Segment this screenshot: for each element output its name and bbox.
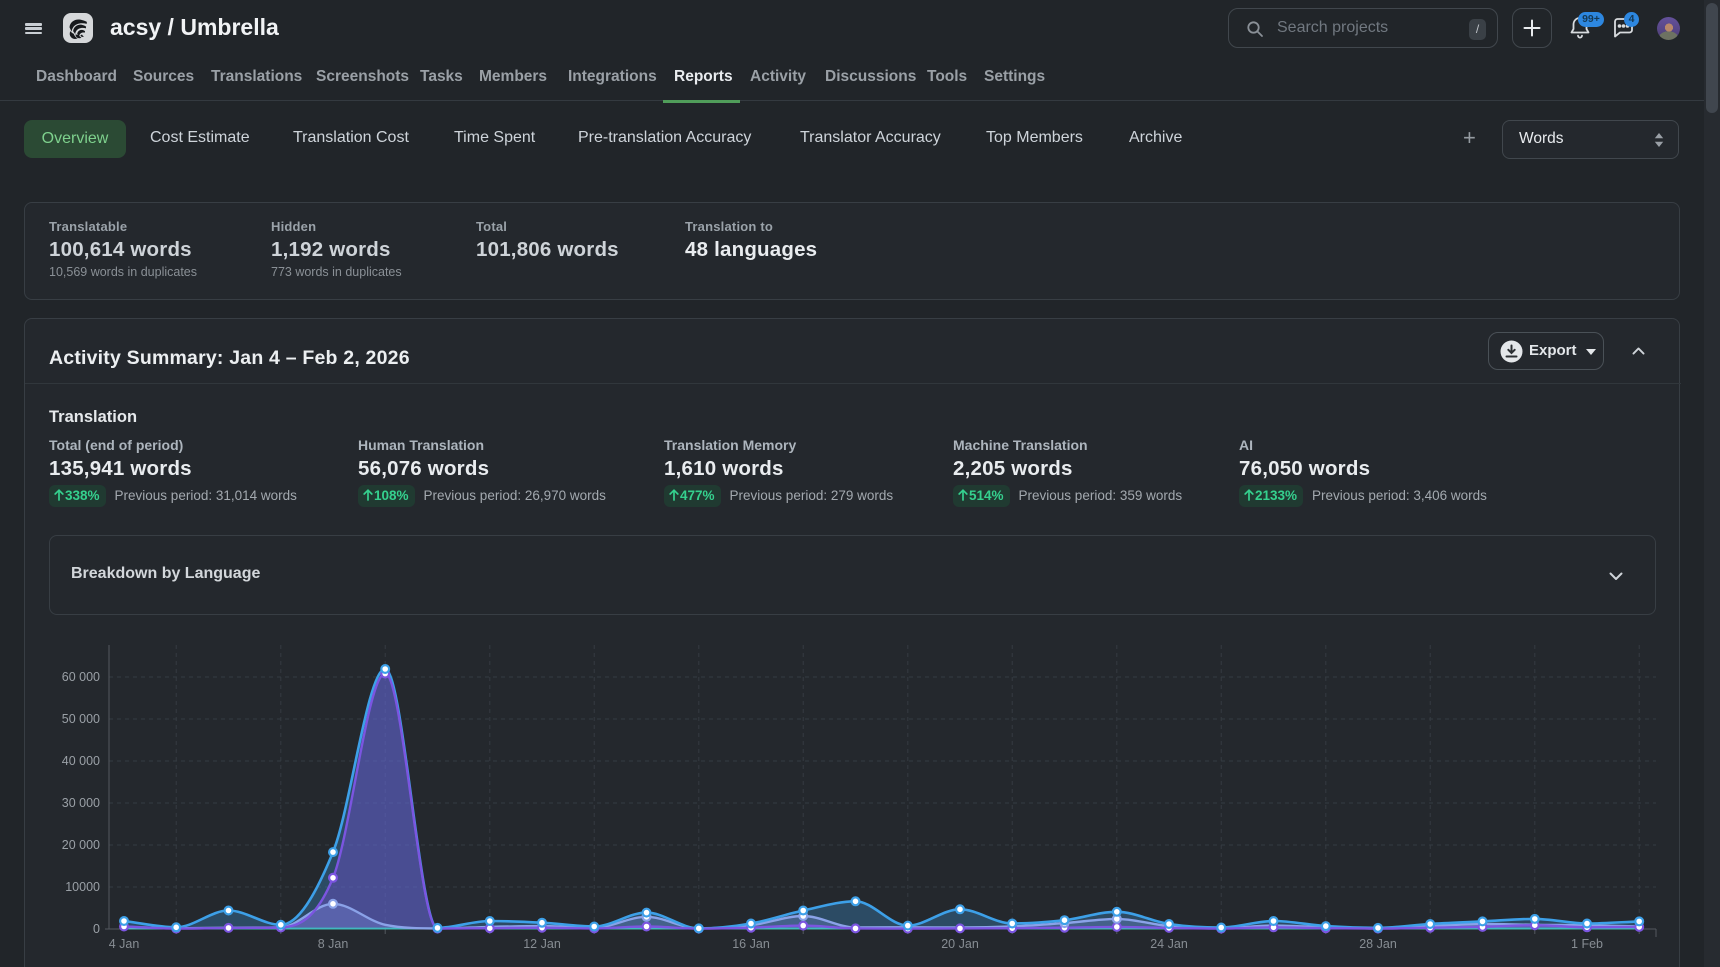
svg-text:20 000: 20 000	[62, 838, 100, 852]
svg-text:1 Feb: 1 Feb	[1571, 937, 1603, 951]
svg-text:16 Jan: 16 Jan	[732, 937, 770, 951]
svg-text:24 Jan: 24 Jan	[1150, 937, 1188, 951]
svg-text:0: 0	[93, 922, 100, 936]
svg-text:40 000: 40 000	[62, 754, 100, 768]
svg-text:4 Jan: 4 Jan	[109, 937, 140, 951]
svg-text:60 000: 60 000	[62, 670, 100, 684]
svg-text:28 Jan: 28 Jan	[1359, 937, 1397, 951]
svg-text:8 Jan: 8 Jan	[318, 937, 349, 951]
svg-text:12 Jan: 12 Jan	[523, 937, 561, 951]
svg-text:20 Jan: 20 Jan	[941, 937, 979, 951]
svg-text:50 000: 50 000	[62, 712, 100, 726]
svg-text:30 000: 30 000	[62, 796, 100, 810]
svg-text:10000: 10000	[65, 880, 100, 894]
